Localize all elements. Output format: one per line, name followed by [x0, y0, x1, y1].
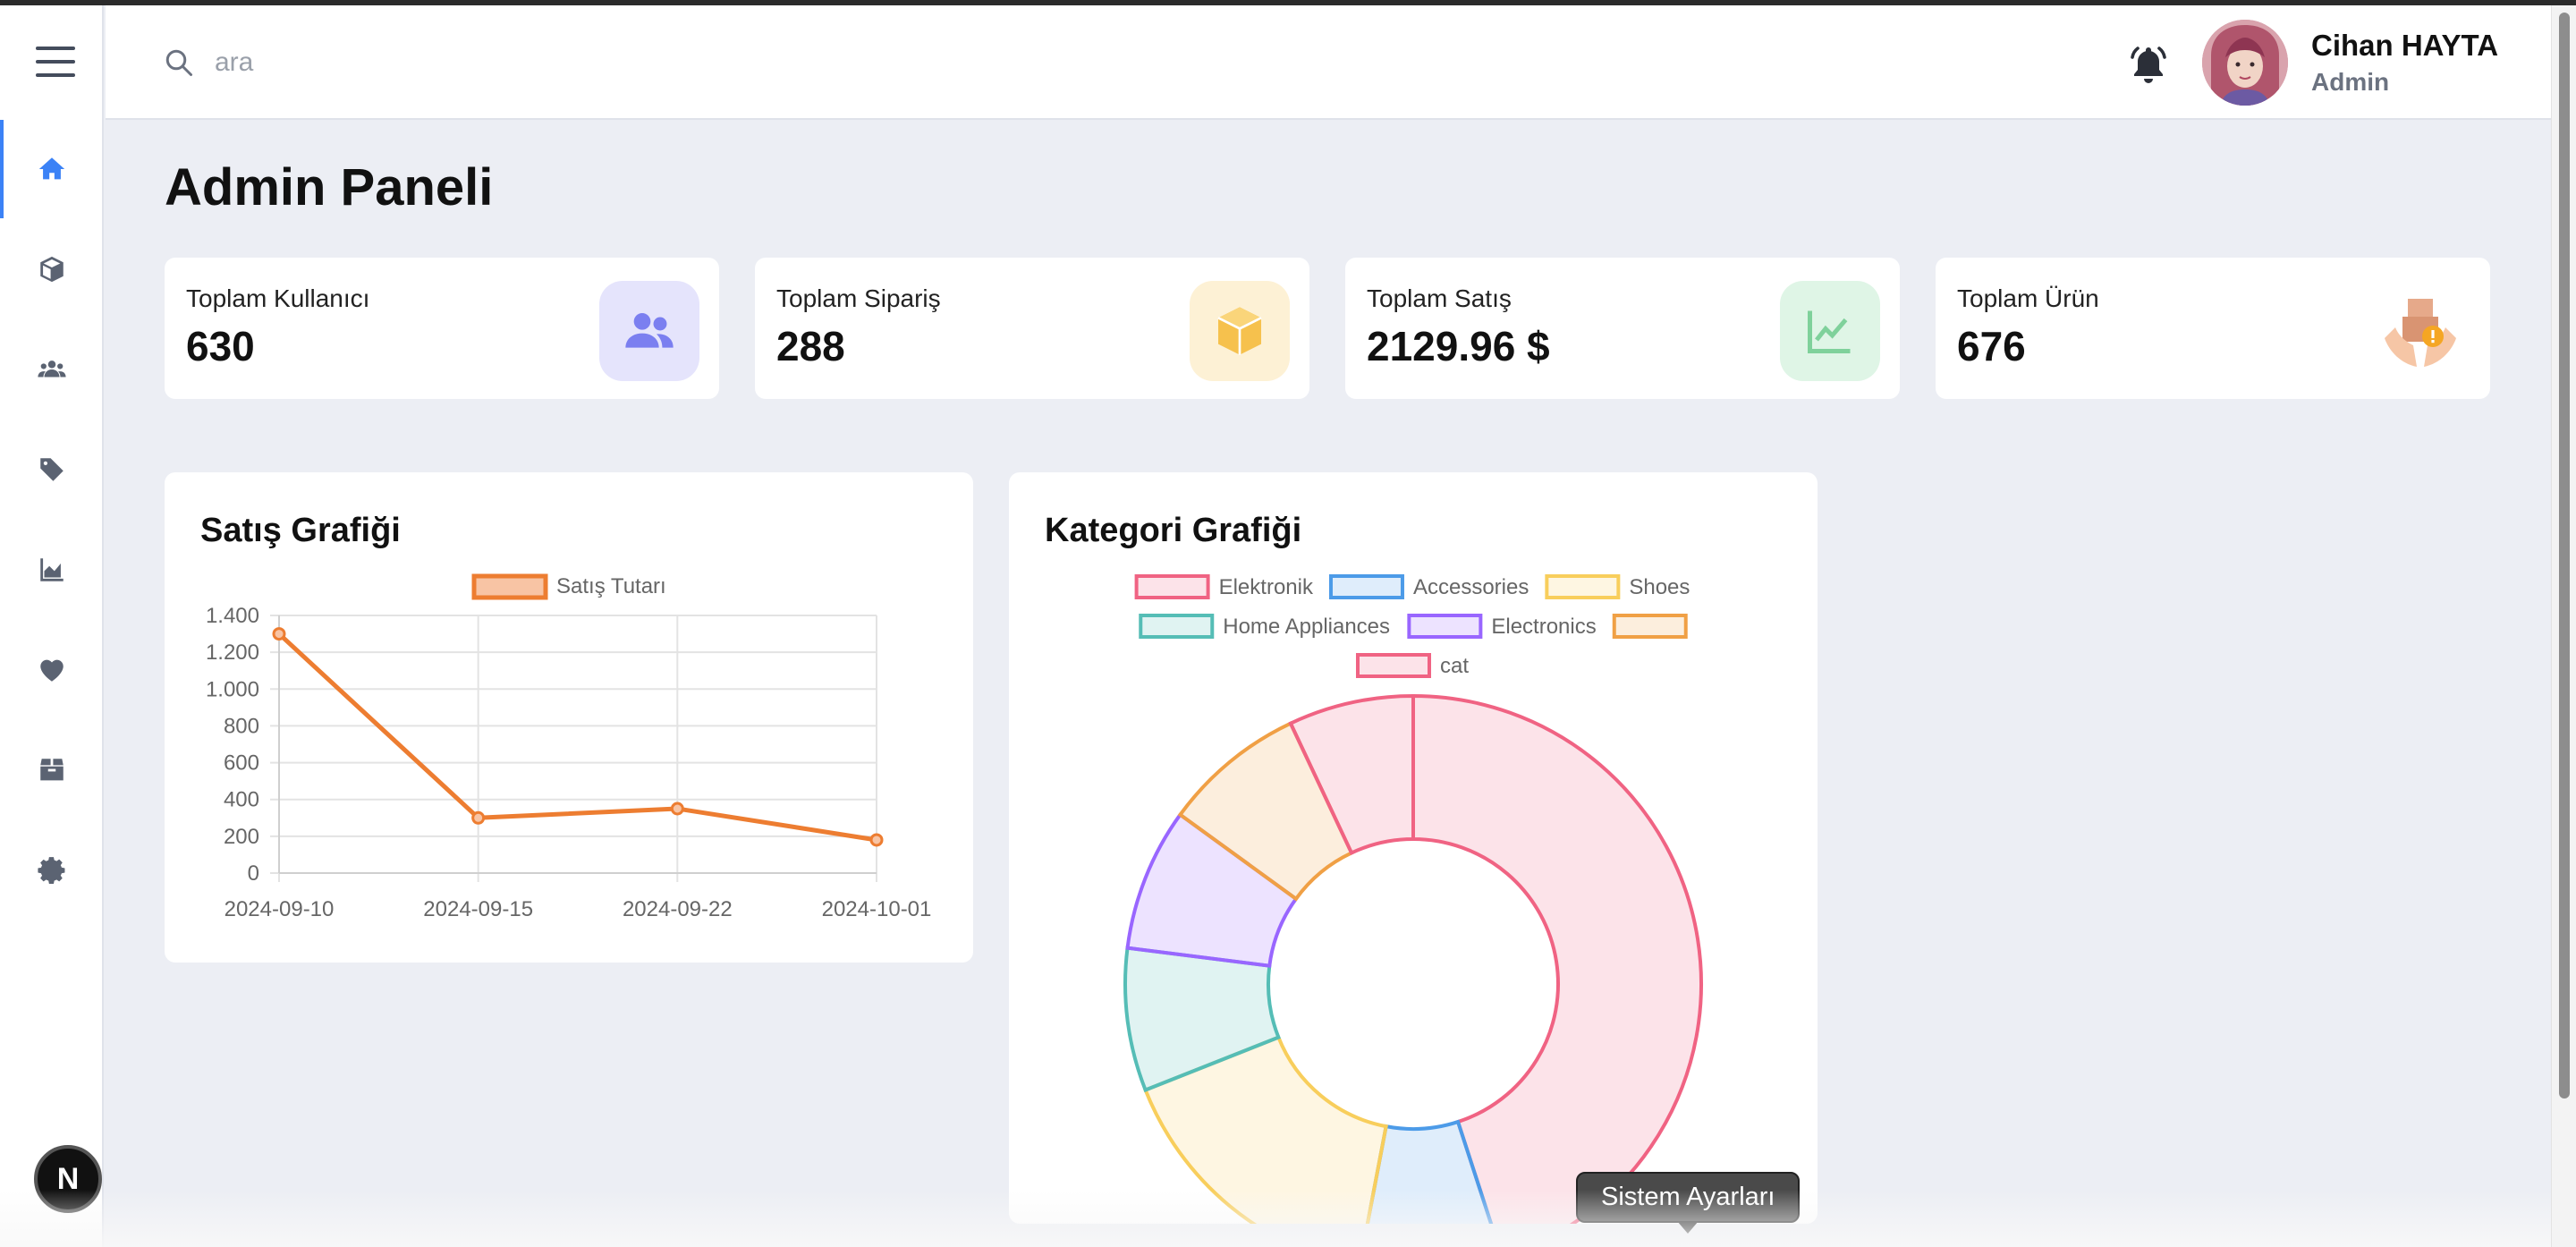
x-tick-label: 2024-09-15 — [423, 897, 533, 921]
avatar[interactable] — [2202, 20, 2288, 106]
y-tick-label: 800 — [224, 714, 259, 738]
stat-value: 676 — [1957, 323, 2026, 369]
page-scrollbar[interactable] — [2551, 5, 2576, 1247]
menu-icon[interactable] — [36, 47, 75, 77]
box-icon — [40, 759, 64, 781]
user-name: Cihan HAYTA — [2311, 29, 2499, 62]
stat-value: 2129.96 $ — [1367, 323, 1550, 369]
data-point — [869, 833, 884, 847]
next-badge[interactable]: N — [34, 1145, 102, 1213]
stat-card-sales: Toplam Satış 2129.96 $ — [1345, 258, 1900, 399]
data-point — [272, 627, 286, 641]
home-icon — [38, 157, 65, 180]
data-point — [670, 802, 684, 816]
category-chart-panel: Kategori Grafiği Elektronik Accessories Sh… — [1009, 472, 1818, 1224]
series-line — [277, 632, 877, 843]
legend-label: Home Appliances — [1223, 615, 1390, 639]
sidebar-item-favorites[interactable] — [0, 621, 104, 719]
stat-label: Toplam Kullanıcı — [186, 284, 370, 312]
y-tick-label: 0 — [248, 861, 259, 886]
y-tick-label: 1.000 — [206, 677, 259, 701]
stat-label: Toplam Sipariş — [776, 284, 941, 312]
legend-label: Elektronik — [1219, 575, 1314, 599]
area-chart-icon — [40, 558, 64, 581]
legend-swatch — [1134, 574, 1210, 599]
category-donut-chart: Elektronik Accessories Shoes Home Appliance… — [1123, 574, 1703, 1224]
stat-value: 288 — [776, 323, 845, 369]
y-tick-label: 600 — [224, 751, 259, 776]
stat-label: Toplam Ürün — [1957, 284, 2099, 312]
sidebar: N — [0, 5, 104, 1247]
hands-package-icon — [2370, 281, 2470, 381]
x-tick-label: 2024-09-22 — [623, 897, 733, 921]
y-tick-label: 400 — [224, 788, 259, 812]
legend-label: cat — [1440, 654, 1469, 678]
search-input[interactable] — [215, 39, 930, 86]
legend-label: Accessories — [1413, 575, 1529, 599]
page-title: Admin Paneli — [165, 158, 494, 216]
tooltip-system-settings: Sistem Ayarları — [1576, 1172, 1801, 1234]
sidebar-item-products[interactable] — [0, 220, 104, 318]
legend-swatch — [1328, 574, 1404, 599]
legend-swatch — [471, 573, 548, 600]
sidebar-item-home[interactable] — [0, 120, 104, 218]
legend-swatch — [1139, 614, 1215, 639]
legend-label: Electronics — [1491, 615, 1596, 639]
sidebar-item-orders[interactable] — [0, 721, 104, 819]
legend-swatch — [1545, 574, 1621, 599]
x-tick-label: 2024-10-01 — [822, 897, 932, 921]
data-point — [471, 810, 486, 825]
sidebar-item-users[interactable] — [0, 320, 104, 419]
chart-legend: Elektronik Accessories Shoes Home Appliance… — [1134, 574, 1690, 678]
legend-swatch — [1355, 653, 1431, 678]
stat-card-users: Toplam Kullanıcı 630 — [165, 258, 719, 399]
sidebar-item-analytics[interactable] — [0, 521, 104, 619]
tag-icon — [40, 458, 64, 481]
user-role: Admin — [2311, 68, 2390, 96]
y-tick-label: 200 — [224, 825, 259, 849]
y-tick-label: 1.200 — [206, 640, 259, 665]
sales-chart-panel: Satış Grafiği Satış Tutarı 0 200 400 600 800 1… — [165, 472, 973, 963]
line-chart-icon — [1780, 281, 1880, 381]
users-icon — [599, 281, 699, 381]
legend-swatch — [1612, 614, 1688, 639]
legend-swatch — [1407, 614, 1483, 639]
sidebar-item-settings[interactable] — [0, 821, 104, 920]
box-icon — [1190, 281, 1290, 381]
legend-label: Satış Tutarı — [556, 574, 666, 598]
y-tick-label: 1.400 — [206, 604, 259, 628]
stat-card-orders: Toplam Sipariş 288 — [755, 258, 1309, 399]
top-header: Cihan HAYTA Admin — [106, 5, 2551, 120]
users-icon — [38, 361, 66, 377]
scroll-thumb[interactable] — [2559, 13, 2570, 1099]
legend-label: Shoes — [1629, 575, 1690, 599]
stat-label: Toplam Satış — [1367, 284, 1512, 312]
chart-legend: Satış Tutarı — [471, 573, 666, 600]
stat-value: 630 — [186, 323, 255, 369]
sales-line-chart: Satış Tutarı 0 200 400 600 800 1.000 1.200 1.400… — [206, 573, 932, 921]
gear-icon — [38, 857, 65, 885]
heart-icon — [40, 659, 64, 682]
sidebar-item-tags[interactable] — [0, 420, 104, 519]
x-tick-label: 2024-09-10 — [225, 897, 335, 921]
stat-card-products: Toplam Ürün 676 — [1936, 258, 2490, 399]
search-icon — [165, 49, 192, 76]
cube-icon — [40, 256, 64, 283]
bell-icon[interactable] — [2127, 43, 2170, 86]
